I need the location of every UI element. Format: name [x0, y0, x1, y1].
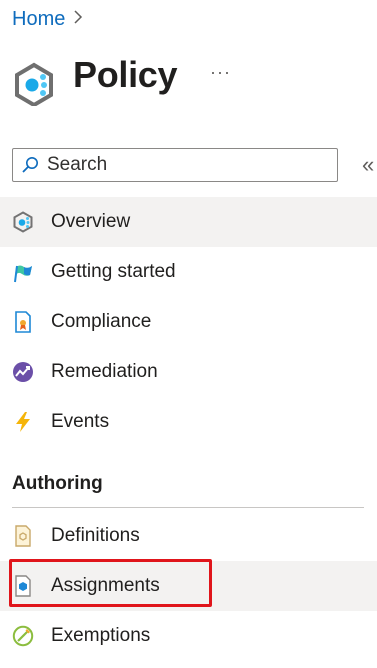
nav-item-remediation[interactable]: Remediation	[0, 347, 377, 397]
nav-item-exemptions[interactable]: Exemptions	[0, 611, 377, 661]
events-lightning-icon	[12, 411, 34, 433]
nav-item-label: Assignments	[51, 575, 160, 596]
nav-item-label: Events	[51, 411, 110, 432]
nav-item-label: Remediation	[51, 361, 158, 382]
nav-item-definitions[interactable]: Definitions	[0, 511, 377, 561]
breadcrumb: Home	[12, 8, 83, 31]
nav-item-compliance[interactable]: Compliance	[0, 297, 377, 347]
getting-started-icon	[12, 261, 34, 283]
nav-item-assignments[interactable]: Assignments	[0, 561, 377, 611]
more-options-icon[interactable]: ···	[210, 62, 231, 83]
policy-icon	[15, 62, 53, 106]
divider	[12, 507, 364, 508]
breadcrumb-home-link[interactable]: Home	[12, 8, 65, 31]
nav-item-label: Getting started	[51, 261, 176, 282]
assignments-icon	[12, 575, 34, 597]
chevron-right-icon	[73, 9, 83, 30]
collapse-menu-icon[interactable]: «	[362, 152, 374, 178]
section-heading-authoring: Authoring	[12, 473, 103, 494]
definitions-icon	[12, 525, 34, 547]
nav-item-events[interactable]: Events	[0, 397, 377, 447]
nav-item-label: Exemptions	[51, 625, 151, 646]
exemptions-icon	[12, 625, 34, 647]
search-box[interactable]	[12, 148, 338, 182]
nav-item-label: Compliance	[51, 311, 152, 332]
nav-item-label: Overview	[51, 211, 131, 232]
compliance-icon	[12, 311, 34, 333]
search-input[interactable]	[45, 153, 319, 177]
remediation-icon	[12, 361, 34, 383]
title-row: Policy	[12, 52, 178, 106]
search-icon	[22, 157, 38, 173]
nav-item-getting-started[interactable]: Getting started	[0, 247, 377, 297]
nav-item-overview[interactable]: Overview	[0, 197, 377, 247]
policy-blade: Home Policy ··· «	[0, 0, 377, 668]
page-title: Policy	[73, 54, 178, 95]
policy-overview-icon	[12, 211, 34, 233]
nav-item-label: Definitions	[51, 525, 140, 546]
